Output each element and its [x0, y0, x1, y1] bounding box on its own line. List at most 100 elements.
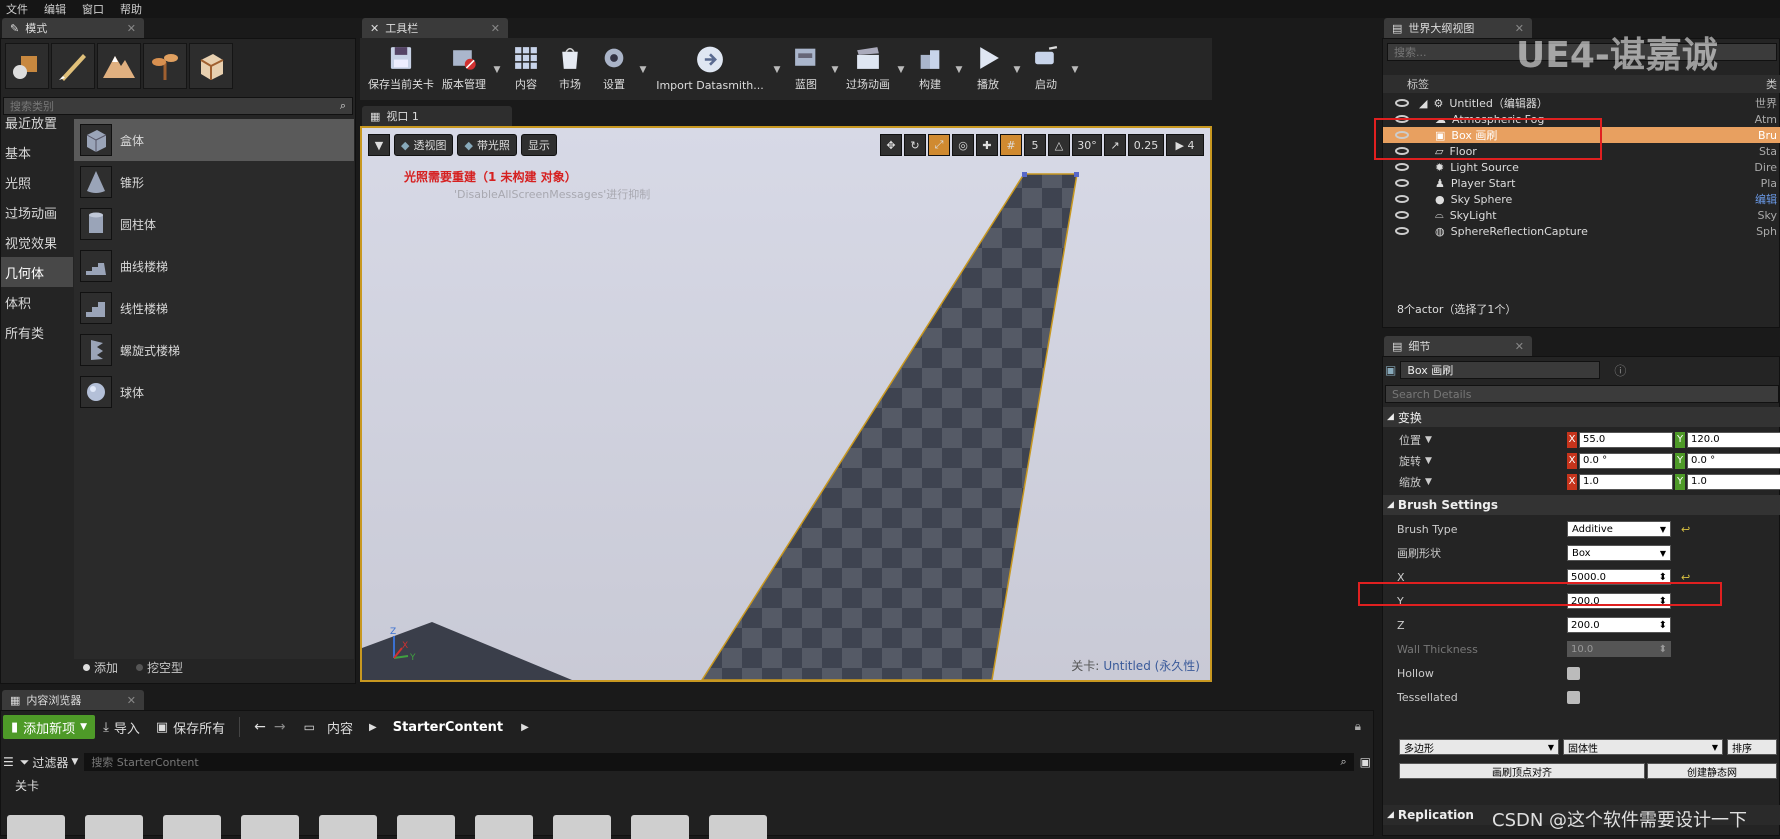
lock-icon[interactable]: 🔒︎: [1355, 719, 1361, 734]
shape-sphere[interactable]: 球体: [74, 371, 354, 413]
show-button[interactable]: 显示: [520, 134, 557, 156]
source-control-button[interactable]: 版本管理: [438, 44, 490, 96]
details-search[interactable]: Search Details: [1385, 385, 1779, 403]
tab-modes[interactable]: ✎ 模式 ✕: [2, 18, 144, 38]
help-icon[interactable]: ⓘ: [1614, 362, 1626, 379]
outliner-row[interactable]: ● Sky Sphere 编辑: [1383, 191, 1780, 207]
landscape-mode-icon[interactable]: [97, 43, 141, 89]
back-icon[interactable]: ←: [254, 719, 266, 735]
hollow-checkbox[interactable]: [1567, 666, 1580, 680]
dropdown-icon[interactable]: ▼: [1010, 44, 1024, 96]
save-level-button[interactable]: 保存当前关卡: [364, 44, 438, 96]
translate-icon[interactable]: ✥: [880, 134, 902, 156]
content-search[interactable]: 搜索 StarterContent ⌕: [84, 753, 1354, 771]
settings-button[interactable]: 设置: [592, 44, 636, 96]
outliner-col-type[interactable]: 类: [1766, 76, 1777, 92]
outliner-col-label[interactable]: 标签: [1407, 76, 1429, 92]
location-x-field[interactable]: 55.0: [1579, 431, 1673, 448]
outliner-row[interactable]: ◍ SphereReflectionCapture Sph: [1383, 223, 1780, 239]
subtract-radio[interactable]: 挖空型: [136, 659, 183, 676]
shape-cone[interactable]: 锥形: [74, 161, 354, 203]
expand-icon[interactable]: ◢: [1419, 97, 1427, 110]
shape-box[interactable]: 盒体: [74, 119, 354, 161]
filter-button[interactable]: ⏷ 过滤器 ▼: [20, 754, 79, 771]
dropdown-icon[interactable]: ▼: [1425, 456, 1432, 466]
foliage-mode-icon[interactable]: [143, 43, 187, 89]
actor-name-field[interactable]: Box 画刷: [1400, 361, 1601, 379]
brush-type-dropdown[interactable]: Additive ▼: [1567, 521, 1671, 537]
dropdown-icon[interactable]: ▼: [770, 44, 784, 96]
path-root[interactable]: 内容: [327, 718, 353, 737]
tessellated-checkbox[interactable]: [1567, 690, 1580, 704]
close-icon[interactable]: ✕: [127, 22, 136, 35]
camera-speed-button[interactable]: ▶ 4: [1166, 134, 1204, 156]
category-lights[interactable]: 光照: [1, 167, 73, 197]
content-button[interactable]: 内容: [504, 44, 548, 96]
brush-settings-header[interactable]: ◢ Brush Settings: [1383, 495, 1780, 515]
blueprints-button[interactable]: 蓝图: [784, 44, 828, 96]
outliner-row[interactable]: ⌓ SkyLight Sky: [1383, 207, 1780, 223]
folder-icon[interactable]: [553, 815, 611, 839]
geometry-mode-icon[interactable]: [189, 43, 233, 89]
scale-y-field[interactable]: 1.0: [1687, 473, 1780, 490]
brush-shape-dropdown[interactable]: Box ▼: [1567, 545, 1671, 561]
scale-x-field[interactable]: 1.0: [1579, 473, 1673, 490]
cinematics-button[interactable]: 过场动画: [842, 44, 894, 96]
scale-icon[interactable]: ⤢: [928, 134, 950, 156]
dropdown-icon[interactable]: ▼: [1068, 44, 1082, 96]
category-recent[interactable]: 最近放置: [1, 107, 73, 137]
play-button[interactable]: 播放: [966, 44, 1010, 96]
dropdown-icon[interactable]: ▼: [490, 44, 504, 96]
viewport-options-icon[interactable]: ▼: [368, 134, 390, 156]
viewport[interactable]: ZXY ▼ ◆ 透视图 ◆ 带光照 显示 ✥ ↻ ⤢ ◎ ✚ # 5 △ 30° ↗…: [360, 126, 1212, 682]
folder-icon[interactable]: [397, 815, 455, 839]
transform-section-header[interactable]: ◢ 变换: [1383, 407, 1780, 427]
scale-snap-value[interactable]: 0.25: [1128, 134, 1164, 156]
rotation-snap-icon[interactable]: △: [1048, 134, 1070, 156]
folder-icon[interactable]: [163, 815, 221, 839]
shape-cylinder[interactable]: 圆柱体: [74, 203, 354, 245]
folder-icon[interactable]: [241, 815, 299, 839]
save-search-icon[interactable]: ▣: [1360, 755, 1371, 769]
surface-snap-icon[interactable]: ✚: [976, 134, 998, 156]
add-new-button[interactable]: ▮ 添加新项 ▼: [3, 715, 96, 739]
menu-help[interactable]: 帮助: [114, 1, 152, 17]
visibility-eye-icon[interactable]: [1395, 99, 1409, 107]
outliner-row[interactable]: ♟ Player Start Pla: [1383, 175, 1780, 191]
align-vertices-button[interactable]: 画刷顶点对齐: [1399, 763, 1645, 779]
polygon-dropdown[interactable]: 多边形 ▼: [1399, 739, 1559, 755]
paint-mode-icon[interactable]: [51, 43, 95, 89]
rotation-y-field[interactable]: 0.0 °: [1687, 452, 1780, 469]
tab-details[interactable]: ▤ 细节 ✕: [1384, 336, 1532, 356]
add-radio[interactable]: 添加: [83, 659, 118, 676]
import-button[interactable]: ⤓ 导入: [103, 718, 140, 737]
folder-icon[interactable]: [319, 815, 377, 839]
build-button[interactable]: 构建: [908, 44, 952, 96]
folder-icon[interactable]: [475, 815, 533, 839]
visibility-eye-icon[interactable]: [1395, 211, 1409, 219]
grid-size-value[interactable]: 5: [1024, 134, 1046, 156]
dropdown-icon[interactable]: ▼: [1425, 477, 1432, 487]
order-dropdown[interactable]: 排序: [1727, 739, 1777, 755]
category-volumes[interactable]: 体积: [1, 287, 73, 317]
rotate-icon[interactable]: ↻: [904, 134, 926, 156]
outliner-row[interactable]: ✹ Light Source Dire: [1383, 159, 1780, 175]
category-geometry[interactable]: 几何体: [1, 257, 73, 287]
dropdown-icon[interactable]: ▼: [952, 44, 966, 96]
folder-icon[interactable]: [85, 815, 143, 839]
close-icon[interactable]: ✕: [491, 22, 500, 35]
folder-icon[interactable]: [7, 815, 65, 839]
world-local-icon[interactable]: ◎: [952, 134, 974, 156]
category-basic[interactable]: 基本: [1, 137, 73, 167]
grid-snap-icon[interactable]: #: [1000, 134, 1022, 156]
dropdown-icon[interactable]: ▼: [894, 44, 908, 96]
tab-toolbar[interactable]: ✕ 工具栏 ✕: [362, 18, 508, 38]
forward-icon[interactable]: →: [274, 719, 286, 735]
visibility-eye-icon[interactable]: [1395, 179, 1409, 187]
shape-spiral-stair[interactable]: 螺旋式楼梯: [74, 329, 354, 371]
tab-viewport[interactable]: ▦ 视口 1: [362, 106, 512, 126]
sources-toggle-icon[interactable]: ☰: [3, 755, 14, 769]
path-current[interactable]: StarterContent: [393, 720, 503, 735]
category-cinematic[interactable]: 过场动画: [1, 197, 73, 227]
save-all-button[interactable]: ▣ 保存所有: [156, 718, 225, 737]
